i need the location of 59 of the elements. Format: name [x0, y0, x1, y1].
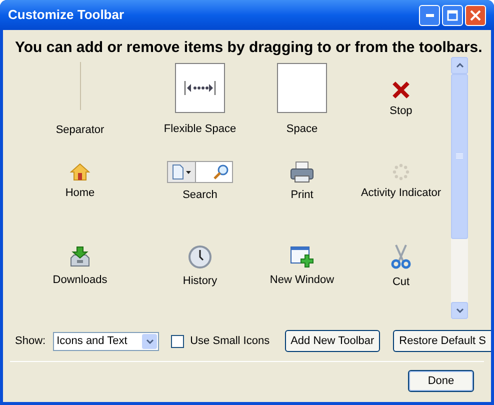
item-label: Flexible Space	[164, 122, 236, 137]
small-icons-label: Use Small Icons	[190, 334, 270, 349]
window-title: Customize Toolbar	[8, 6, 126, 24]
download-tray-icon	[69, 246, 91, 268]
close-icon	[470, 10, 481, 20]
item-label: Print	[290, 188, 314, 204]
item-label: Home	[65, 186, 95, 202]
done-button[interactable]: Done	[408, 370, 474, 392]
magnifier-icon	[213, 164, 229, 180]
x-icon	[392, 80, 410, 99]
toolbar-button[interactable]: Restore Default S	[393, 330, 491, 352]
palette-item[interactable]: New Window	[252, 225, 352, 310]
palette-item[interactable]: History	[148, 225, 252, 310]
palette-item[interactable]: Activity Indicator	[352, 140, 450, 225]
item-label: Downloads	[52, 273, 108, 288]
scroll-thumb[interactable]	[451, 74, 468, 239]
item-label: Space	[286, 122, 318, 137]
item-label: Stop	[390, 104, 412, 119]
up-chevron-icon	[456, 63, 464, 68]
palette-item[interactable]: Search	[148, 140, 252, 225]
caret-icon	[186, 170, 191, 174]
item-label: Separator	[56, 122, 104, 138]
page-icon	[172, 164, 184, 180]
item-label: Activity Indicator	[360, 186, 442, 202]
house-icon	[70, 163, 90, 182]
space-box	[277, 62, 327, 113]
show-label: Show:	[15, 334, 47, 349]
palette-item[interactable]: Downloads	[12, 225, 148, 310]
palette-item[interactable]: Print	[252, 140, 352, 225]
item-label: New Window	[270, 273, 334, 288]
spinner-icon	[392, 163, 410, 182]
clock-icon	[188, 245, 212, 270]
window-plus-icon	[290, 246, 314, 268]
minimize-icon	[426, 14, 434, 16]
palette-item[interactable]: Flexible Space	[148, 60, 252, 140]
down-chevron-icon	[456, 308, 464, 313]
scroll-down-button[interactable]	[451, 302, 468, 319]
palette-item[interactable]: Separator	[12, 60, 148, 140]
printer-icon	[290, 161, 314, 184]
close-button[interactable]	[465, 4, 486, 26]
palette-item[interactable]: Home	[12, 140, 148, 225]
small-icons-checkbox[interactable]	[171, 334, 184, 348]
scrollbar[interactable]	[451, 57, 468, 319]
item-label: Cut	[392, 275, 410, 290]
maximize-button[interactable]	[442, 4, 463, 26]
stretch-arrows-icon	[184, 80, 216, 95]
show-dropdown[interactable]: Icons and Text	[52, 332, 160, 350]
scissors-icon	[391, 244, 411, 270]
toolbar-button[interactable]: Add New Toolbar	[284, 330, 380, 352]
item-label: History	[182, 274, 218, 290]
scroll-up-button[interactable]	[451, 57, 468, 74]
maximize-icon	[447, 10, 458, 20]
palette-item[interactable]: Stop	[352, 60, 450, 140]
grip-icon	[456, 153, 463, 160]
item-label: Search	[182, 188, 218, 204]
instructions-text: You can add or remove items by dragging to or from the toolbars.	[14, 38, 484, 57]
palette-item[interactable]: Cut	[352, 225, 450, 310]
palette-item[interactable]: Space	[252, 60, 352, 140]
minimize-button[interactable]	[419, 4, 440, 26]
